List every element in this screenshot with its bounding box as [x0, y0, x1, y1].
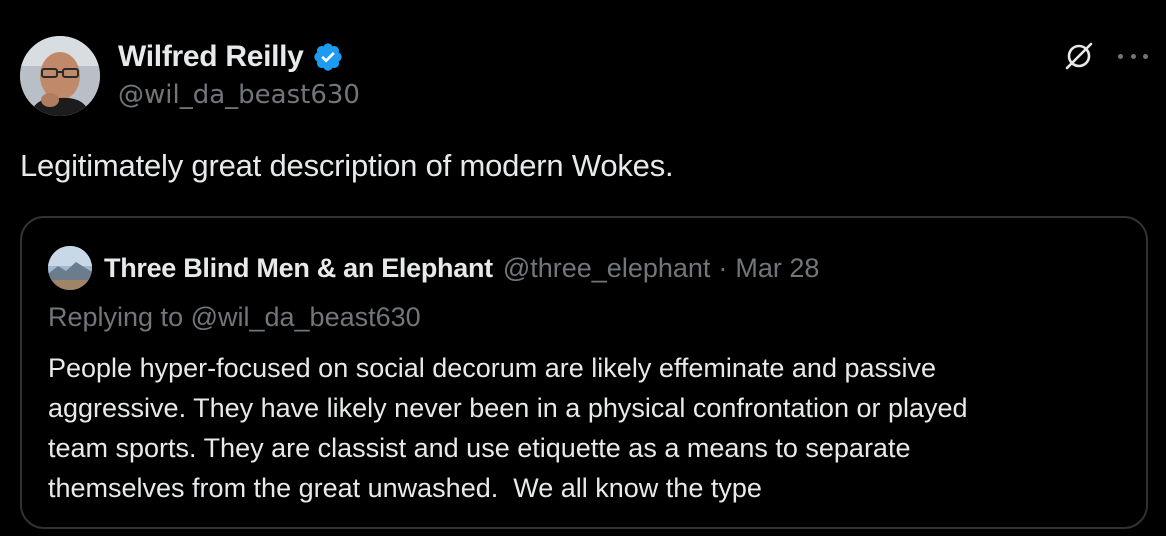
quoted-text-line: People hyper-focused on social decorum a…	[48, 353, 937, 383]
quoted-tweet-card[interactable]: Three Blind Men & an Elephant @three_ele…	[20, 216, 1148, 529]
replying-to: Replying to @wil_da_beast630	[48, 302, 421, 332]
quoted-author-handle[interactable]: @three_elephant	[503, 253, 711, 284]
more-options-icon[interactable]	[1118, 42, 1148, 70]
separator-dot: ·	[718, 252, 728, 283]
author-header: Wilfred Reilly @wil_da_beast630	[118, 38, 360, 110]
quoted-tweet-text: People hyper-focused on social decorum a…	[48, 348, 1128, 508]
quoted-author-name[interactable]: Three Blind Men & an Elephant	[104, 253, 493, 284]
verified-badge-icon[interactable]	[312, 41, 344, 73]
quoted-author-avatar	[48, 246, 92, 290]
author-avatar[interactable]	[20, 36, 100, 116]
quoted-tweet-header: Three Blind Men & an Elephant @three_ele…	[48, 246, 819, 290]
quoted-text-line: team sports. They are classist and use e…	[48, 433, 911, 463]
author-name[interactable]: Wilfred Reilly	[118, 40, 304, 74]
grok-icon[interactable]	[1063, 40, 1095, 72]
quoted-text-line: aggressive. They have likely never been …	[48, 393, 968, 423]
tweet-text: Legitimately great description of modern…	[20, 148, 674, 183]
quoted-tweet-date[interactable]: Mar 28	[735, 253, 819, 284]
author-handle[interactable]: @wil_da_beast630	[118, 80, 360, 110]
quoted-text-line: themselves from the great unwashed. We a…	[48, 473, 762, 503]
tweet[interactable]: Wilfred Reilly @wil_da_beast630 Legitima…	[0, 0, 1166, 536]
